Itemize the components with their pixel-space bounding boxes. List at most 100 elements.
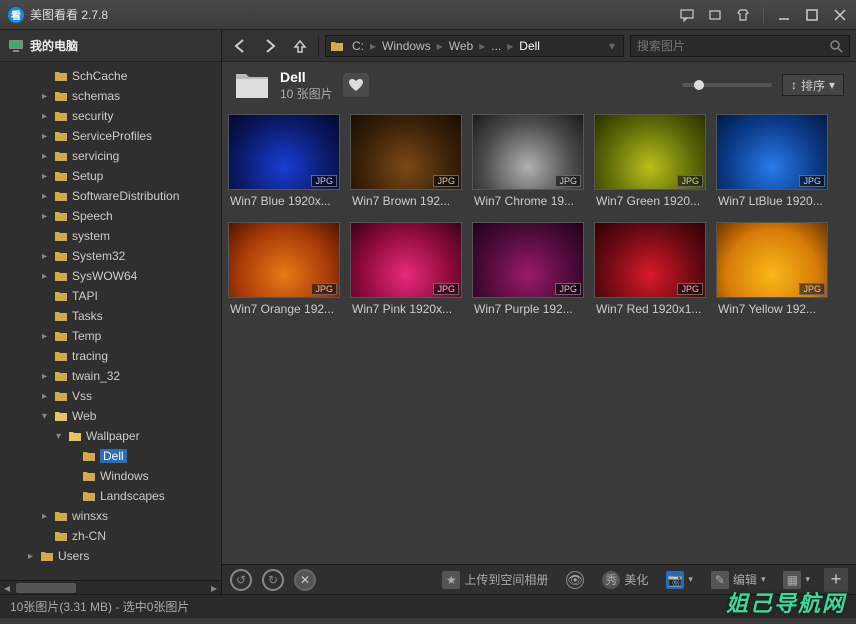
tree-item-windows[interactable]: Windows [0,466,221,486]
thumbnail-item[interactable]: JPGWin7 LtBlue 1920... [716,114,828,212]
expand-icon[interactable]: ▸ [42,171,52,182]
favorite-button[interactable] [343,73,369,97]
scroll-thumb[interactable] [16,583,76,593]
thumbnail-image[interactable]: JPG [594,114,706,190]
tree-item-dell[interactable]: Dell [0,446,221,466]
expand-icon[interactable]: ▸ [42,91,52,102]
thumbnail-item[interactable]: JPGWin7 Yellow 192... [716,222,828,320]
screenshot-button[interactable]: 📷 ▾ [662,571,697,589]
expand-icon[interactable]: ▾ [42,411,52,422]
tree-item-syswow64[interactable]: ▸SysWOW64 [0,266,221,286]
crumb-windows[interactable]: Windows [378,39,435,53]
expand-icon[interactable]: ▸ [28,551,38,562]
crumb-ellipsis[interactable]: ... [487,39,505,53]
sidebar-scrollbar[interactable]: ◂ ▸ [0,580,221,594]
edit-button[interactable]: ✎ 编辑 ▾ [707,571,770,589]
tree-item-tapi[interactable]: TAPI [0,286,221,306]
crumb-c[interactable]: C: [348,39,368,53]
thumbnail-image[interactable]: JPG [472,114,584,190]
expand-icon[interactable]: ▸ [42,271,52,282]
expand-icon[interactable]: ▸ [42,131,52,142]
thumbnail-item[interactable]: JPGWin7 Orange 192... [228,222,340,320]
thumbnail-image[interactable]: JPG [228,222,340,298]
tree-item-web[interactable]: ▾Web [0,406,221,426]
tree-item-softwaredistribution[interactable]: ▸SoftwareDistribution [0,186,221,206]
thumbnail-image[interactable]: JPG [472,222,584,298]
crumb-dell[interactable]: Dell [515,39,544,53]
tree-item-wallpaper[interactable]: ▾Wallpaper [0,426,221,446]
thumbnail-item[interactable]: JPGWin7 Green 1920... [594,114,706,212]
slideshow-button[interactable]: ▦ ▾ [779,571,814,589]
thumbnail-item[interactable]: JPGWin7 Red 1920x1... [594,222,706,320]
thumbnail-image[interactable]: JPG [350,222,462,298]
forward-button[interactable] [258,34,282,58]
thumbnail-size-slider[interactable] [682,83,772,87]
thumbnail-image[interactable]: JPG [594,222,706,298]
chat-icon[interactable] [679,7,695,23]
tree-item-winsxs[interactable]: ▸winsxs [0,506,221,526]
tree-item-temp[interactable]: ▸Temp [0,326,221,346]
upload-button[interactable]: ★ 上传到空间相册 [438,571,552,589]
crumb-web[interactable]: Web [445,39,477,53]
breadcrumb[interactable]: C:▸ Windows▸ Web▸ ...▸ Dell ▾ [325,35,624,57]
thumbnail-item[interactable]: JPGWin7 Chrome 19... [472,114,584,212]
up-button[interactable] [288,34,312,58]
expand-icon[interactable]: ▸ [42,211,52,222]
sort-button[interactable]: ↕ 排序 ▾ [782,74,844,96]
back-button[interactable] [228,34,252,58]
expand-icon[interactable]: ▸ [42,391,52,402]
tree-item-landscapes[interactable]: Landscapes [0,486,221,506]
tree-item-twain_32[interactable]: ▸twain_32 [0,366,221,386]
folder-tree[interactable]: SchCache▸schemas▸security▸ServiceProfile… [0,62,221,580]
rotate-cw-button[interactable]: ↻ [262,569,284,591]
thumbnail-item[interactable]: JPGWin7 Pink 1920x... [350,222,462,320]
slider-handle[interactable] [694,80,704,90]
expand-icon[interactable]: ▸ [42,511,52,522]
tree-item-setup[interactable]: ▸Setup [0,166,221,186]
tree-item-system32[interactable]: ▸System32 [0,246,221,266]
thumbnail-item[interactable]: JPGWin7 Brown 192... [350,114,462,212]
scroll-left-icon[interactable]: ◂ [0,581,14,595]
tree-item-users[interactable]: ▸Users [0,546,221,566]
tree-item-servicing[interactable]: ▸servicing [0,146,221,166]
search-icon[interactable] [829,39,843,53]
thumbnail-image[interactable]: JPG [350,114,462,190]
search-input[interactable] [637,39,829,53]
expand-icon[interactable]: ▸ [42,371,52,382]
maximize-button[interactable] [804,7,820,23]
thumbnail-item[interactable]: JPGWin7 Purple 192... [472,222,584,320]
tree-item-tracing[interactable]: tracing [0,346,221,366]
delete-button[interactable]: ✕ [294,569,316,591]
scroll-right-icon[interactable]: ▸ [207,581,221,595]
tree-item-security[interactable]: ▸security [0,106,221,126]
beautify-button[interactable]: 秀 美化 [598,571,652,589]
expand-icon[interactable]: ▸ [42,251,52,262]
skin-icon[interactable] [735,7,751,23]
thumbnail-image[interactable]: JPG [716,222,828,298]
expand-icon[interactable]: ▸ [42,191,52,202]
add-button[interactable]: + [824,568,848,592]
tree-item-schcache[interactable]: SchCache [0,66,221,86]
close-button[interactable] [832,7,848,23]
weibo-button[interactable]: 👁 [562,571,588,589]
minimize-button[interactable] [776,7,792,23]
expand-icon[interactable]: ▾ [56,431,66,442]
tree-item-system[interactable]: system [0,226,221,246]
tree-item-zh-cn[interactable]: zh-CN [0,526,221,546]
thumbnail-grid[interactable]: JPGWin7 Blue 1920x...JPGWin7 Brown 192..… [222,108,856,564]
tree-item-tasks[interactable]: Tasks [0,306,221,326]
breadcrumb-dropdown-icon[interactable]: ▾ [605,39,619,53]
search-box[interactable] [630,35,850,57]
expand-icon[interactable]: ▸ [42,151,52,162]
tree-item-vss[interactable]: ▸Vss [0,386,221,406]
thumbnail-image[interactable]: JPG [716,114,828,190]
expand-icon[interactable]: ▸ [42,331,52,342]
expand-icon[interactable]: ▸ [42,111,52,122]
thumbnail-item[interactable]: JPGWin7 Blue 1920x... [228,114,340,212]
tree-item-speech[interactable]: ▸Speech [0,206,221,226]
rotate-ccw-button[interactable]: ↺ [230,569,252,591]
thumbnail-image[interactable]: JPG [228,114,340,190]
notify-icon[interactable] [707,7,723,23]
tree-item-serviceprofiles[interactable]: ▸ServiceProfiles [0,126,221,146]
tree-item-schemas[interactable]: ▸schemas [0,86,221,106]
